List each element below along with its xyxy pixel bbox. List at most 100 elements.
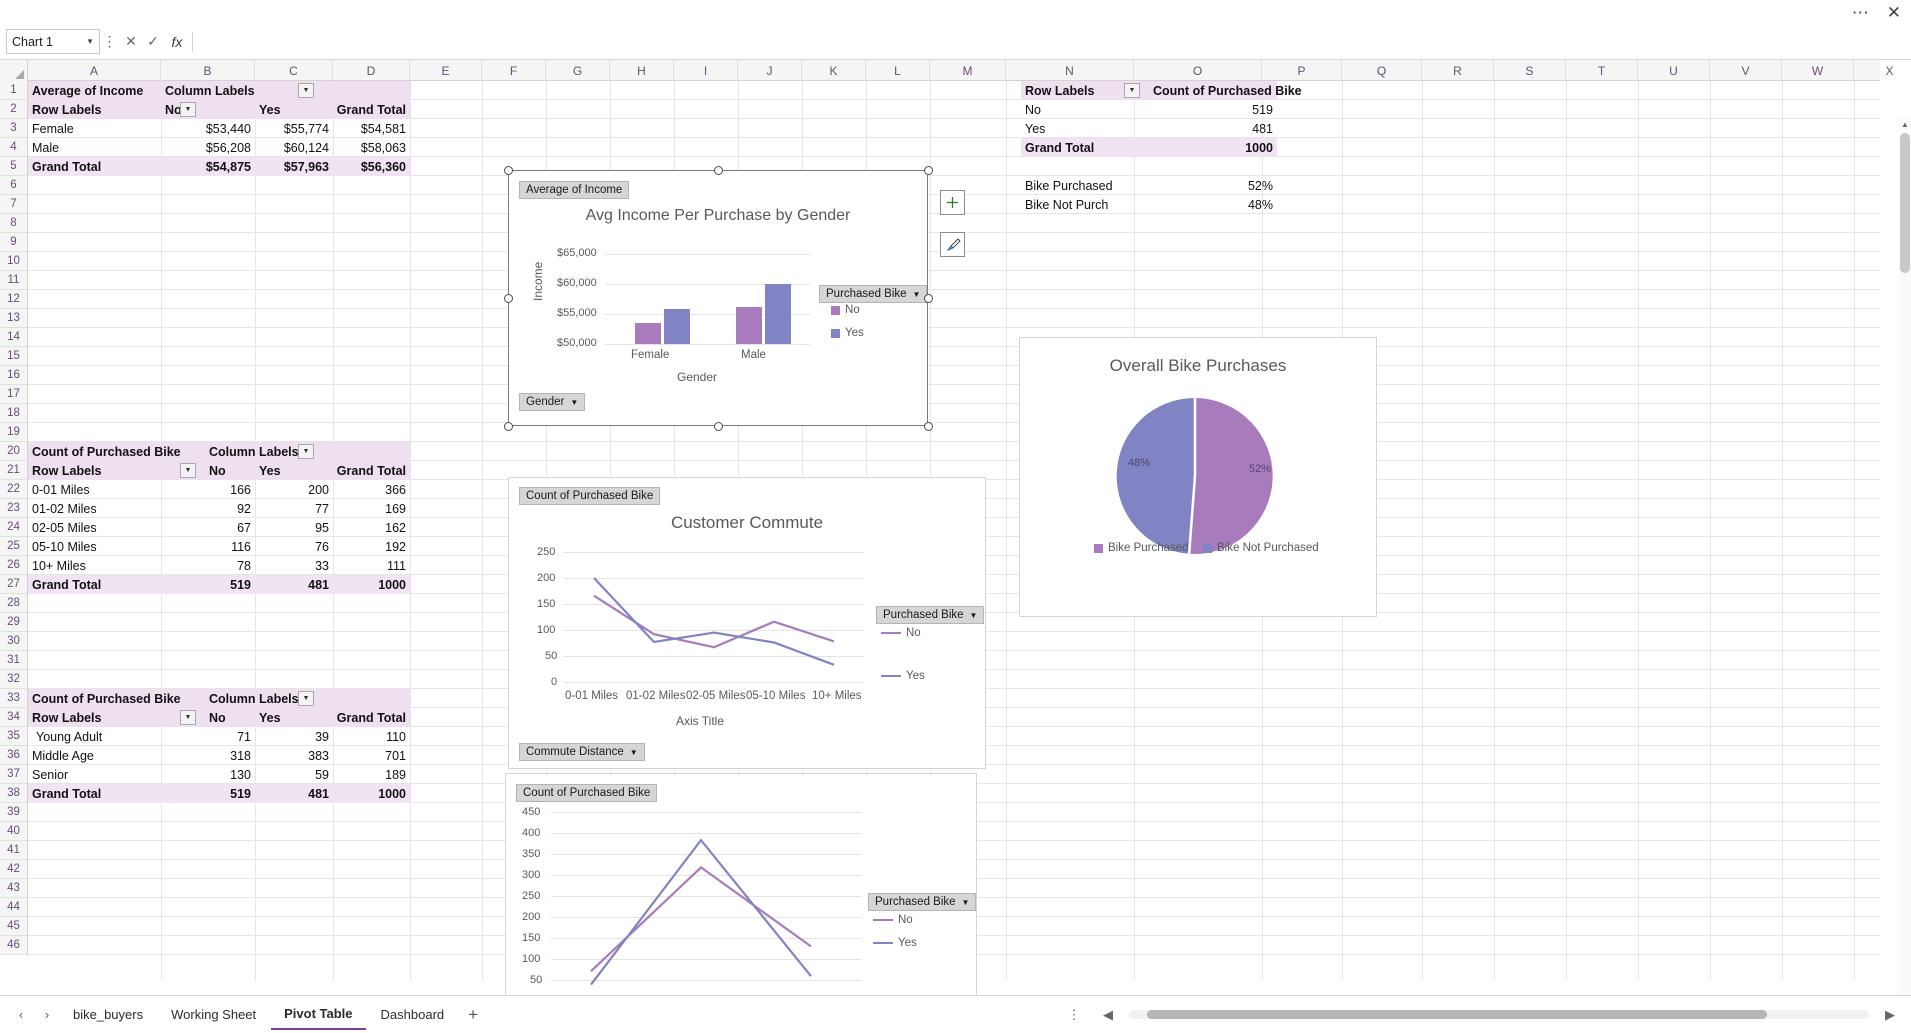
cell-B1[interactable]: Column Labels bbox=[161, 81, 255, 100]
row-header-12[interactable]: 12 bbox=[0, 290, 28, 309]
resize-handle-top-right[interactable] bbox=[924, 166, 933, 175]
resize-handle-middle-right[interactable] bbox=[924, 294, 933, 303]
column-header-X[interactable]: X bbox=[1854, 60, 1911, 81]
previous-sheet-button[interactable]: ‹ bbox=[8, 1002, 34, 1028]
legend-field-button-purchased-bike-commute[interactable]: Purchased Bike ▼ bbox=[876, 606, 984, 624]
column-header-S[interactable]: S bbox=[1494, 60, 1566, 81]
row-header-33[interactable]: 33 bbox=[0, 689, 28, 708]
cell-O2[interactable]: 519 bbox=[1149, 100, 1277, 119]
column-header-K[interactable]: K bbox=[802, 60, 866, 81]
scroll-right-icon[interactable]: ▶ bbox=[1877, 1002, 1903, 1028]
row-header-39[interactable]: 39 bbox=[0, 803, 28, 822]
cell-A35[interactable]: Young Adult bbox=[32, 727, 205, 746]
legend-entry-no[interactable]: No bbox=[873, 914, 913, 926]
cell-D24[interactable]: 162 bbox=[333, 518, 410, 537]
cell-A26[interactable]: 10+ Miles bbox=[28, 556, 205, 575]
cell-A4[interactable]: Male bbox=[28, 138, 161, 157]
cell-B27[interactable]: 519 bbox=[205, 575, 255, 594]
cell-C37[interactable]: 59 bbox=[255, 765, 333, 784]
cell-D37[interactable]: 189 bbox=[333, 765, 410, 784]
legend-entry-bike-purchased[interactable]: Bike Purchased bbox=[1094, 542, 1189, 554]
cell-B35[interactable]: 71 bbox=[205, 727, 255, 746]
scroll-up-icon[interactable]: ▲ bbox=[1899, 117, 1911, 131]
row-header-7[interactable]: 7 bbox=[0, 195, 28, 214]
cell-B34[interactable]: No bbox=[205, 708, 255, 727]
legend-field-button-purchased-bike[interactable]: Purchased Bike ▼ bbox=[819, 285, 927, 303]
cell-C24[interactable]: 95 bbox=[255, 518, 333, 537]
commute-column-filter-icon[interactable]: ▼ bbox=[298, 444, 314, 459]
column-header-P[interactable]: P bbox=[1262, 60, 1342, 81]
cell-N4[interactable]: Grand Total bbox=[1021, 138, 1149, 157]
row-header-27[interactable]: 27 bbox=[0, 575, 28, 594]
cell-A33[interactable]: Count of Purchased Bike bbox=[28, 689, 205, 708]
row-header-1[interactable]: 1 bbox=[0, 81, 28, 100]
cell-C27[interactable]: 481 bbox=[255, 575, 333, 594]
cell-A25[interactable]: 05-10 Miles bbox=[28, 537, 205, 556]
row-header-41[interactable]: 41 bbox=[0, 841, 28, 860]
row-header-30[interactable]: 30 bbox=[0, 632, 28, 651]
row-labels-filter-icon[interactable]: ▼ bbox=[180, 102, 196, 117]
cell-C4[interactable]: $60,124 bbox=[255, 138, 333, 157]
formula-bar-options-icon[interactable]: ⋮ bbox=[100, 33, 120, 50]
cell-C25[interactable]: 76 bbox=[255, 537, 333, 556]
cell-A23[interactable]: 01-02 Miles bbox=[28, 499, 205, 518]
sheet-tab-working-sheet[interactable]: Working Sheet bbox=[158, 1000, 269, 1030]
cell-B5[interactable]: $54,875 bbox=[161, 157, 255, 176]
row-header-10[interactable]: 10 bbox=[0, 252, 28, 271]
horizontal-scroll-thumb[interactable] bbox=[1147, 1010, 1767, 1019]
cell-D5[interactable]: $56,360 bbox=[333, 157, 410, 176]
cell-A22[interactable]: 0-01 Miles bbox=[28, 480, 205, 499]
cell-B38[interactable]: 519 bbox=[205, 784, 255, 803]
column-header-R[interactable]: R bbox=[1422, 60, 1494, 81]
row-header-42[interactable]: 42 bbox=[0, 860, 28, 879]
cell-C1[interactable] bbox=[255, 81, 333, 100]
axis-field-button-commute-distance[interactable]: Commute Distance ▼ bbox=[519, 743, 645, 761]
cell-A3[interactable]: Female bbox=[28, 119, 161, 138]
column-header-V[interactable]: V bbox=[1710, 60, 1782, 81]
axis-field-button-gender[interactable]: Gender ▼ bbox=[519, 393, 585, 411]
cell-D35[interactable]: 110 bbox=[333, 727, 410, 746]
resize-handle-top-center[interactable] bbox=[714, 166, 723, 175]
cell-A27[interactable]: Grand Total bbox=[28, 575, 205, 594]
column-header-H[interactable]: H bbox=[610, 60, 674, 81]
column-header-D[interactable]: D bbox=[333, 60, 410, 81]
resize-handle-top-left[interactable] bbox=[504, 166, 513, 175]
column-header-B[interactable]: B bbox=[161, 60, 255, 81]
close-icon[interactable]: ✕ bbox=[1887, 4, 1901, 21]
cell-C34[interactable]: Yes bbox=[255, 708, 333, 727]
row-header-23[interactable]: 23 bbox=[0, 499, 28, 518]
column-header-E[interactable]: E bbox=[410, 60, 482, 81]
cell-C21[interactable]: Yes bbox=[255, 461, 333, 480]
ellipsis-icon[interactable]: ⋯ bbox=[1852, 4, 1869, 21]
row-header-45[interactable]: 45 bbox=[0, 917, 28, 936]
cell-A2[interactable]: Row Labels bbox=[28, 100, 161, 119]
vertical-scrollbar[interactable]: ▲ ▼ bbox=[1899, 117, 1911, 995]
vertical-scroll-thumb[interactable] bbox=[1900, 133, 1910, 273]
formula-input[interactable] bbox=[195, 30, 1907, 54]
cell-D34[interactable]: Grand Total bbox=[333, 708, 410, 727]
cell-A34[interactable]: Row Labels bbox=[28, 708, 205, 727]
column-header-O[interactable]: O bbox=[1134, 60, 1262, 81]
cell-B4[interactable]: $56,208 bbox=[161, 138, 255, 157]
row-header-19[interactable]: 19 bbox=[0, 423, 28, 442]
row-header-38[interactable]: 38 bbox=[0, 784, 28, 803]
row-header-40[interactable]: 40 bbox=[0, 822, 28, 841]
column-header-W[interactable]: W bbox=[1782, 60, 1854, 81]
legend-entry-no[interactable]: No bbox=[881, 627, 921, 639]
cell-D2[interactable]: Grand Total bbox=[333, 100, 410, 119]
row-header-26[interactable]: 26 bbox=[0, 556, 28, 575]
resize-handle-middle-left[interactable] bbox=[504, 294, 513, 303]
cell-O7[interactable]: 48% bbox=[1149, 195, 1277, 214]
select-all-corner[interactable] bbox=[0, 60, 28, 81]
cell-D23[interactable]: 169 bbox=[333, 499, 410, 518]
chart-customer-commute[interactable]: Count of Purchased Bike Customer Commute… bbox=[508, 477, 986, 769]
add-chart-element-button[interactable] bbox=[940, 190, 965, 215]
cell-B36[interactable]: 318 bbox=[205, 746, 255, 765]
row-header-31[interactable]: 31 bbox=[0, 651, 28, 670]
row-header-46[interactable]: 46 bbox=[0, 936, 28, 955]
cell-B22[interactable]: 166 bbox=[205, 480, 255, 499]
bar-female-yes[interactable] bbox=[664, 309, 690, 344]
row-header-35[interactable]: 35 bbox=[0, 727, 28, 746]
row-header-16[interactable]: 16 bbox=[0, 366, 28, 385]
cell-D21[interactable]: Grand Total bbox=[333, 461, 410, 480]
